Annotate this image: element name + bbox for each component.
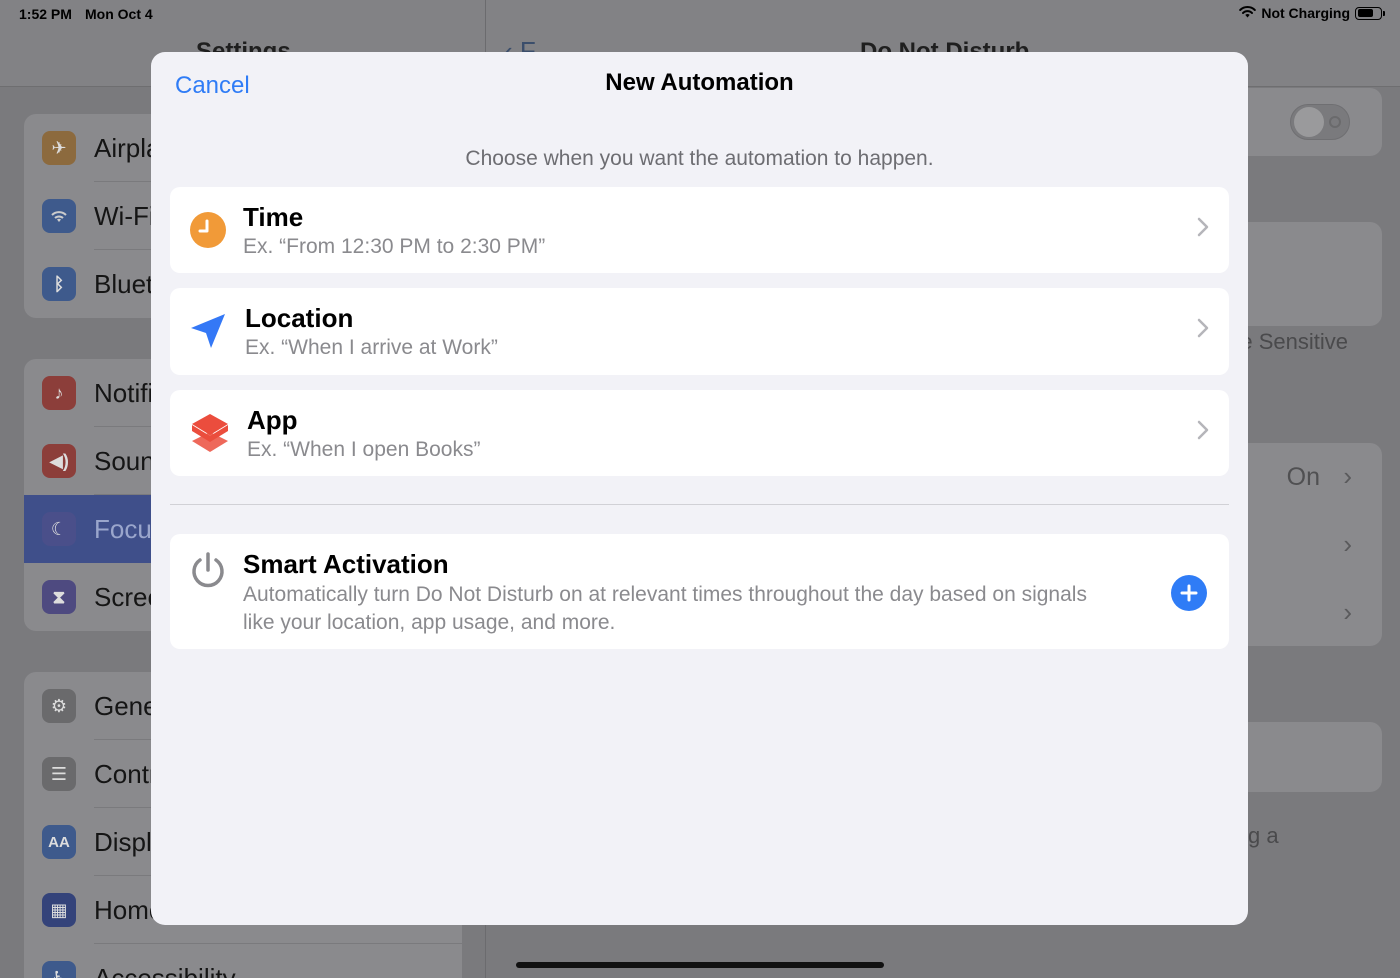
chevron-right-icon <box>1197 420 1209 440</box>
footer-fragment: g a <box>1248 823 1279 848</box>
app-option[interactable]: App Ex. “When I open Books” <box>170 390 1229 476</box>
aa-icon: AA <box>42 825 76 859</box>
sheet-title: New Automation <box>605 69 794 96</box>
time-option[interactable]: Time Ex. “From 12:30 PM to 2:30 PM” <box>170 187 1229 273</box>
wifi-icon <box>1239 5 1257 21</box>
chevron-right-icon: › <box>1343 461 1352 491</box>
sheet-subtitle: Choose when you want the automation to h… <box>465 147 934 170</box>
wifi-icon <box>42 199 76 233</box>
bell-icon: ♪ <box>42 376 76 410</box>
app-layers-icon <box>192 414 228 452</box>
chevron-right-icon <box>1197 217 1209 237</box>
option-title: App <box>247 405 298 435</box>
hourglass-icon: ⧗ <box>42 580 76 614</box>
option-example: Ex. “When I open Books” <box>247 438 481 461</box>
status-bar: 1:52 PM Mon Oct 4 Not Charging <box>0 0 1400 28</box>
speaker-icon: ◀) <box>42 444 76 478</box>
gear-icon: ⚙ <box>42 689 76 723</box>
charging-status: Not Charging <box>1261 5 1350 21</box>
option-title: Location <box>245 303 354 333</box>
airplane-icon: ✈ <box>42 131 76 165</box>
accessibility-icon: ♿ <box>42 961 76 978</box>
option-example: Ex. “When I arrive at Work” <box>245 336 498 359</box>
focus-toggle[interactable] <box>1290 104 1350 140</box>
plus-icon <box>1180 584 1198 602</box>
location-arrow-icon <box>191 314 225 348</box>
smart-activation-description: Automatically turn Do Not Disturb on at … <box>243 583 1087 634</box>
section-divider <box>170 504 1229 505</box>
option-example: Ex. “From 12:30 PM to 2:30 PM” <box>243 235 546 258</box>
chevron-right-icon: › <box>1343 529 1352 559</box>
chevron-right-icon <box>1197 318 1209 338</box>
grid-icon: ▦ <box>42 893 76 927</box>
home-indicator <box>516 962 884 968</box>
add-smart-activation-button[interactable] <box>1171 575 1207 611</box>
sidebar-item-label: Wi-Fi <box>94 200 155 231</box>
clock-icon <box>190 212 226 248</box>
sidebar-item-label: Accessibility <box>94 962 236 978</box>
new-automation-sheet: Cancel New Automation Choose when you wa… <box>151 52 1248 925</box>
smart-activation-title: Smart Activation <box>243 549 449 579</box>
battery-icon <box>1355 6 1385 20</box>
status-date: Mon Oct 4 <box>85 6 153 22</box>
chevron-right-icon: › <box>1343 597 1352 627</box>
status-time: 1:52 PM <box>19 6 72 22</box>
smart-activation-card: Smart Activation Automatically turn Do N… <box>170 534 1229 649</box>
option-title: Time <box>243 202 304 232</box>
moon-icon: ☾ <box>42 512 76 546</box>
sidebar-item-accessibility[interactable]: ♿ Accessibility <box>24 944 462 978</box>
power-icon <box>192 552 224 588</box>
sensitive-fragment: e Sensitive <box>1240 329 1348 354</box>
bluetooth-icon: ᛒ <box>42 267 76 301</box>
switches-icon: ☰ <box>42 757 76 791</box>
status-right: Not Charging <box>1239 5 1385 21</box>
on-value: On <box>1286 463 1320 491</box>
location-option[interactable]: Location Ex. “When I arrive at Work” <box>170 288 1229 375</box>
